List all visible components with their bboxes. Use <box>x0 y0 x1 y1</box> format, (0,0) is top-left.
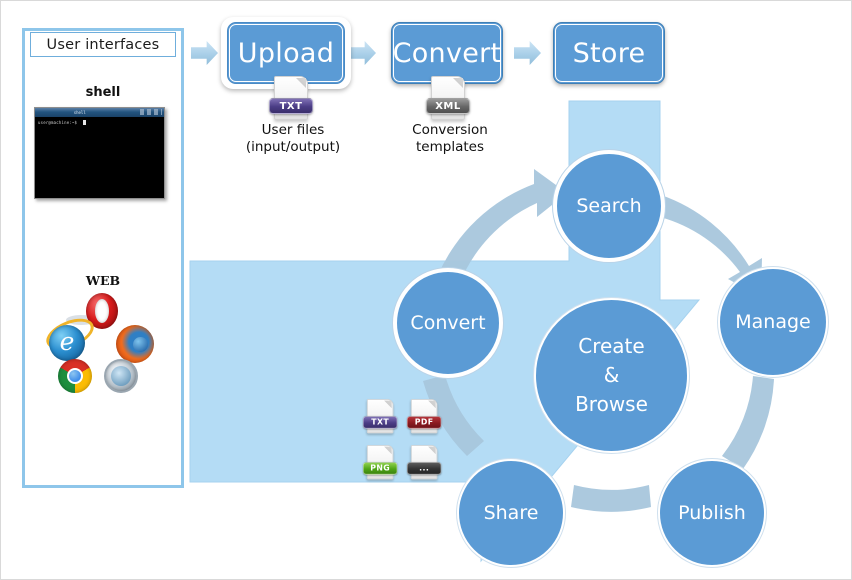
file-type-badge: PDF <box>407 416 442 429</box>
terminal-prompt-line: user@machine:~$ <box>38 120 78 125</box>
user-files-caption: User files (input/output) <box>213 122 373 156</box>
cycle-node-manage[interactable]: Manage <box>718 267 828 377</box>
caption-line-2: templates <box>416 139 484 155</box>
output-other-file-icon: ... <box>407 445 442 482</box>
output-pdf-file-icon: PDF <box>407 399 442 436</box>
cycle-node-publish[interactable]: Publish <box>658 459 766 567</box>
center-line-3: Browse <box>575 392 648 416</box>
cycle-node-share[interactable]: Share <box>457 459 565 567</box>
output-png-file-icon: PNG <box>363 445 398 482</box>
file-type-badge: ... <box>407 462 442 475</box>
file-fold-corner <box>384 446 392 455</box>
web-label: WEB <box>85 273 121 288</box>
terminal-titlebar-text: shell <box>73 110 86 115</box>
file-fold-corner <box>296 78 306 88</box>
file-type-badge: TXT <box>363 416 398 429</box>
flow-arrow-to-upload-icon <box>191 41 218 65</box>
file-fold-corner <box>428 400 436 409</box>
caption-line-1: User files <box>261 122 325 138</box>
flow-arrow-to-store-icon <box>514 41 541 65</box>
caption-line-1: Conversion <box>412 122 488 138</box>
file-fold-corner <box>428 446 436 455</box>
file-type-badge: TXT <box>269 98 313 114</box>
file-fold-corner <box>453 78 463 88</box>
cycle-node-create-and-browse[interactable]: Create & Browse <box>534 298 689 453</box>
center-line-1: Create <box>578 334 645 358</box>
shell-terminal-screenshot: shell user@machine:~$ <box>34 107 165 199</box>
caption-line-2: (input/output) <box>245 139 341 155</box>
firefox-icon <box>116 325 154 363</box>
center-line-2: & <box>603 363 620 387</box>
chrome-icon <box>58 359 92 393</box>
internet-explorer-icon <box>49 324 85 361</box>
terminal-cursor <box>83 119 86 125</box>
browser-icon-cluster <box>41 293 156 398</box>
terminal-window-controls <box>140 109 162 115</box>
xml-file-icon: XML <box>426 76 470 124</box>
stage-upload[interactable]: Upload <box>227 22 345 84</box>
cycle-node-convert[interactable]: Convert <box>393 268 503 378</box>
file-type-badge: XML <box>426 98 470 114</box>
user-interfaces-title: User interfaces <box>30 32 176 57</box>
flow-arrow-to-convert-icon <box>349 41 376 65</box>
output-file-icons: TXT PDF PNG ... <box>363 399 455 487</box>
cycle-node-search[interactable]: Search <box>553 150 665 262</box>
file-type-badge: PNG <box>363 462 398 475</box>
conversion-templates-caption: Conversion templates <box>376 122 524 156</box>
terminal-body: user@machine:~$ <box>35 117 164 198</box>
stage-store[interactable]: Store <box>553 22 665 84</box>
output-txt-file-icon: TXT <box>363 399 398 436</box>
safari-icon <box>104 359 138 393</box>
diagram-canvas: User interfaces shell shell user@machine… <box>0 0 852 580</box>
txt-file-icon: TXT <box>269 76 313 124</box>
stage-convert[interactable]: Convert <box>391 22 503 84</box>
file-fold-corner <box>384 400 392 409</box>
safari-compass-needle <box>113 368 130 385</box>
shell-label: shell <box>85 85 121 100</box>
